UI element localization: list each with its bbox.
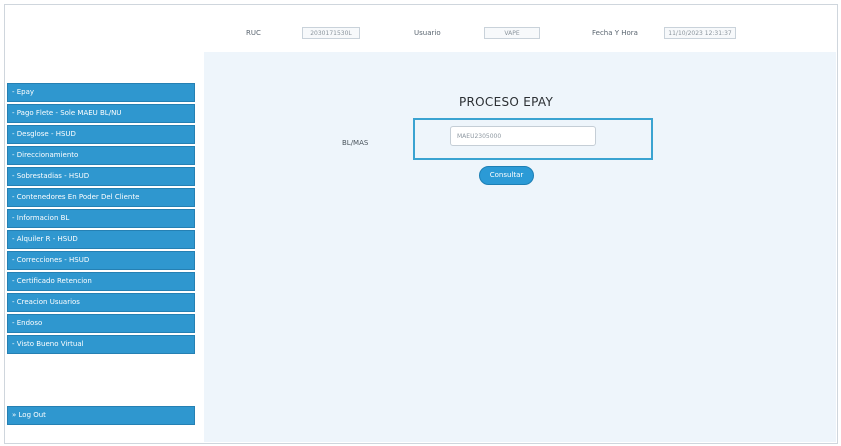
bl-input[interactable] (450, 126, 596, 146)
ruc-field: 2030171530L (302, 27, 360, 39)
sidebar-item-desglose[interactable]: - Desglose - HSUD (7, 125, 195, 144)
logout-button[interactable]: » Log Out (7, 406, 195, 425)
sidebar-item-contenedores[interactable]: - Contenedores En Poder Del Cliente (7, 188, 195, 207)
ruc-label: RUC (246, 29, 261, 37)
datetime-field: 11/10/2023 12:31:37 (664, 27, 736, 39)
sidebar-item-pago-flete[interactable]: - Pago Flete - Sole MAEU BL/NU (7, 104, 195, 123)
sidebar-item-direccionamiento[interactable]: - Direccionamiento (7, 146, 195, 165)
page-title: PROCESO EPAY (459, 95, 554, 109)
sidebar-item-creacion-usuarios[interactable]: - Creacion Usuarios (7, 293, 195, 312)
sidebar-menu: - Epay - Pago Flete - Sole MAEU BL/NU - … (7, 83, 195, 356)
sidebar-item-correcciones[interactable]: - Correcciones - HSUD (7, 251, 195, 270)
sidebar-item-visto-bueno[interactable]: - Visto Bueno Virtual (7, 335, 195, 354)
sidebar-item-sobrestadias[interactable]: - Sobrestadias - HSUD (7, 167, 195, 186)
user-label: Usuario (414, 29, 441, 37)
sidebar-item-endoso[interactable]: - Endoso (7, 314, 195, 333)
sidebar-item-alquiler[interactable]: - Alquiler R - HSUD (7, 230, 195, 249)
sidebar-item-epay[interactable]: - Epay (7, 83, 195, 102)
datetime-label: Fecha Y Hora (592, 29, 638, 37)
sidebar-item-certificado-retencion[interactable]: - Certificado Retencion (7, 272, 195, 291)
consult-button[interactable]: Consultar (479, 166, 534, 185)
user-field: VAPE (484, 27, 540, 39)
sidebar-item-informacion-bl[interactable]: - Informacion BL (7, 209, 195, 228)
main-content (204, 52, 836, 442)
bl-field-label: BL/MAS (342, 139, 369, 147)
